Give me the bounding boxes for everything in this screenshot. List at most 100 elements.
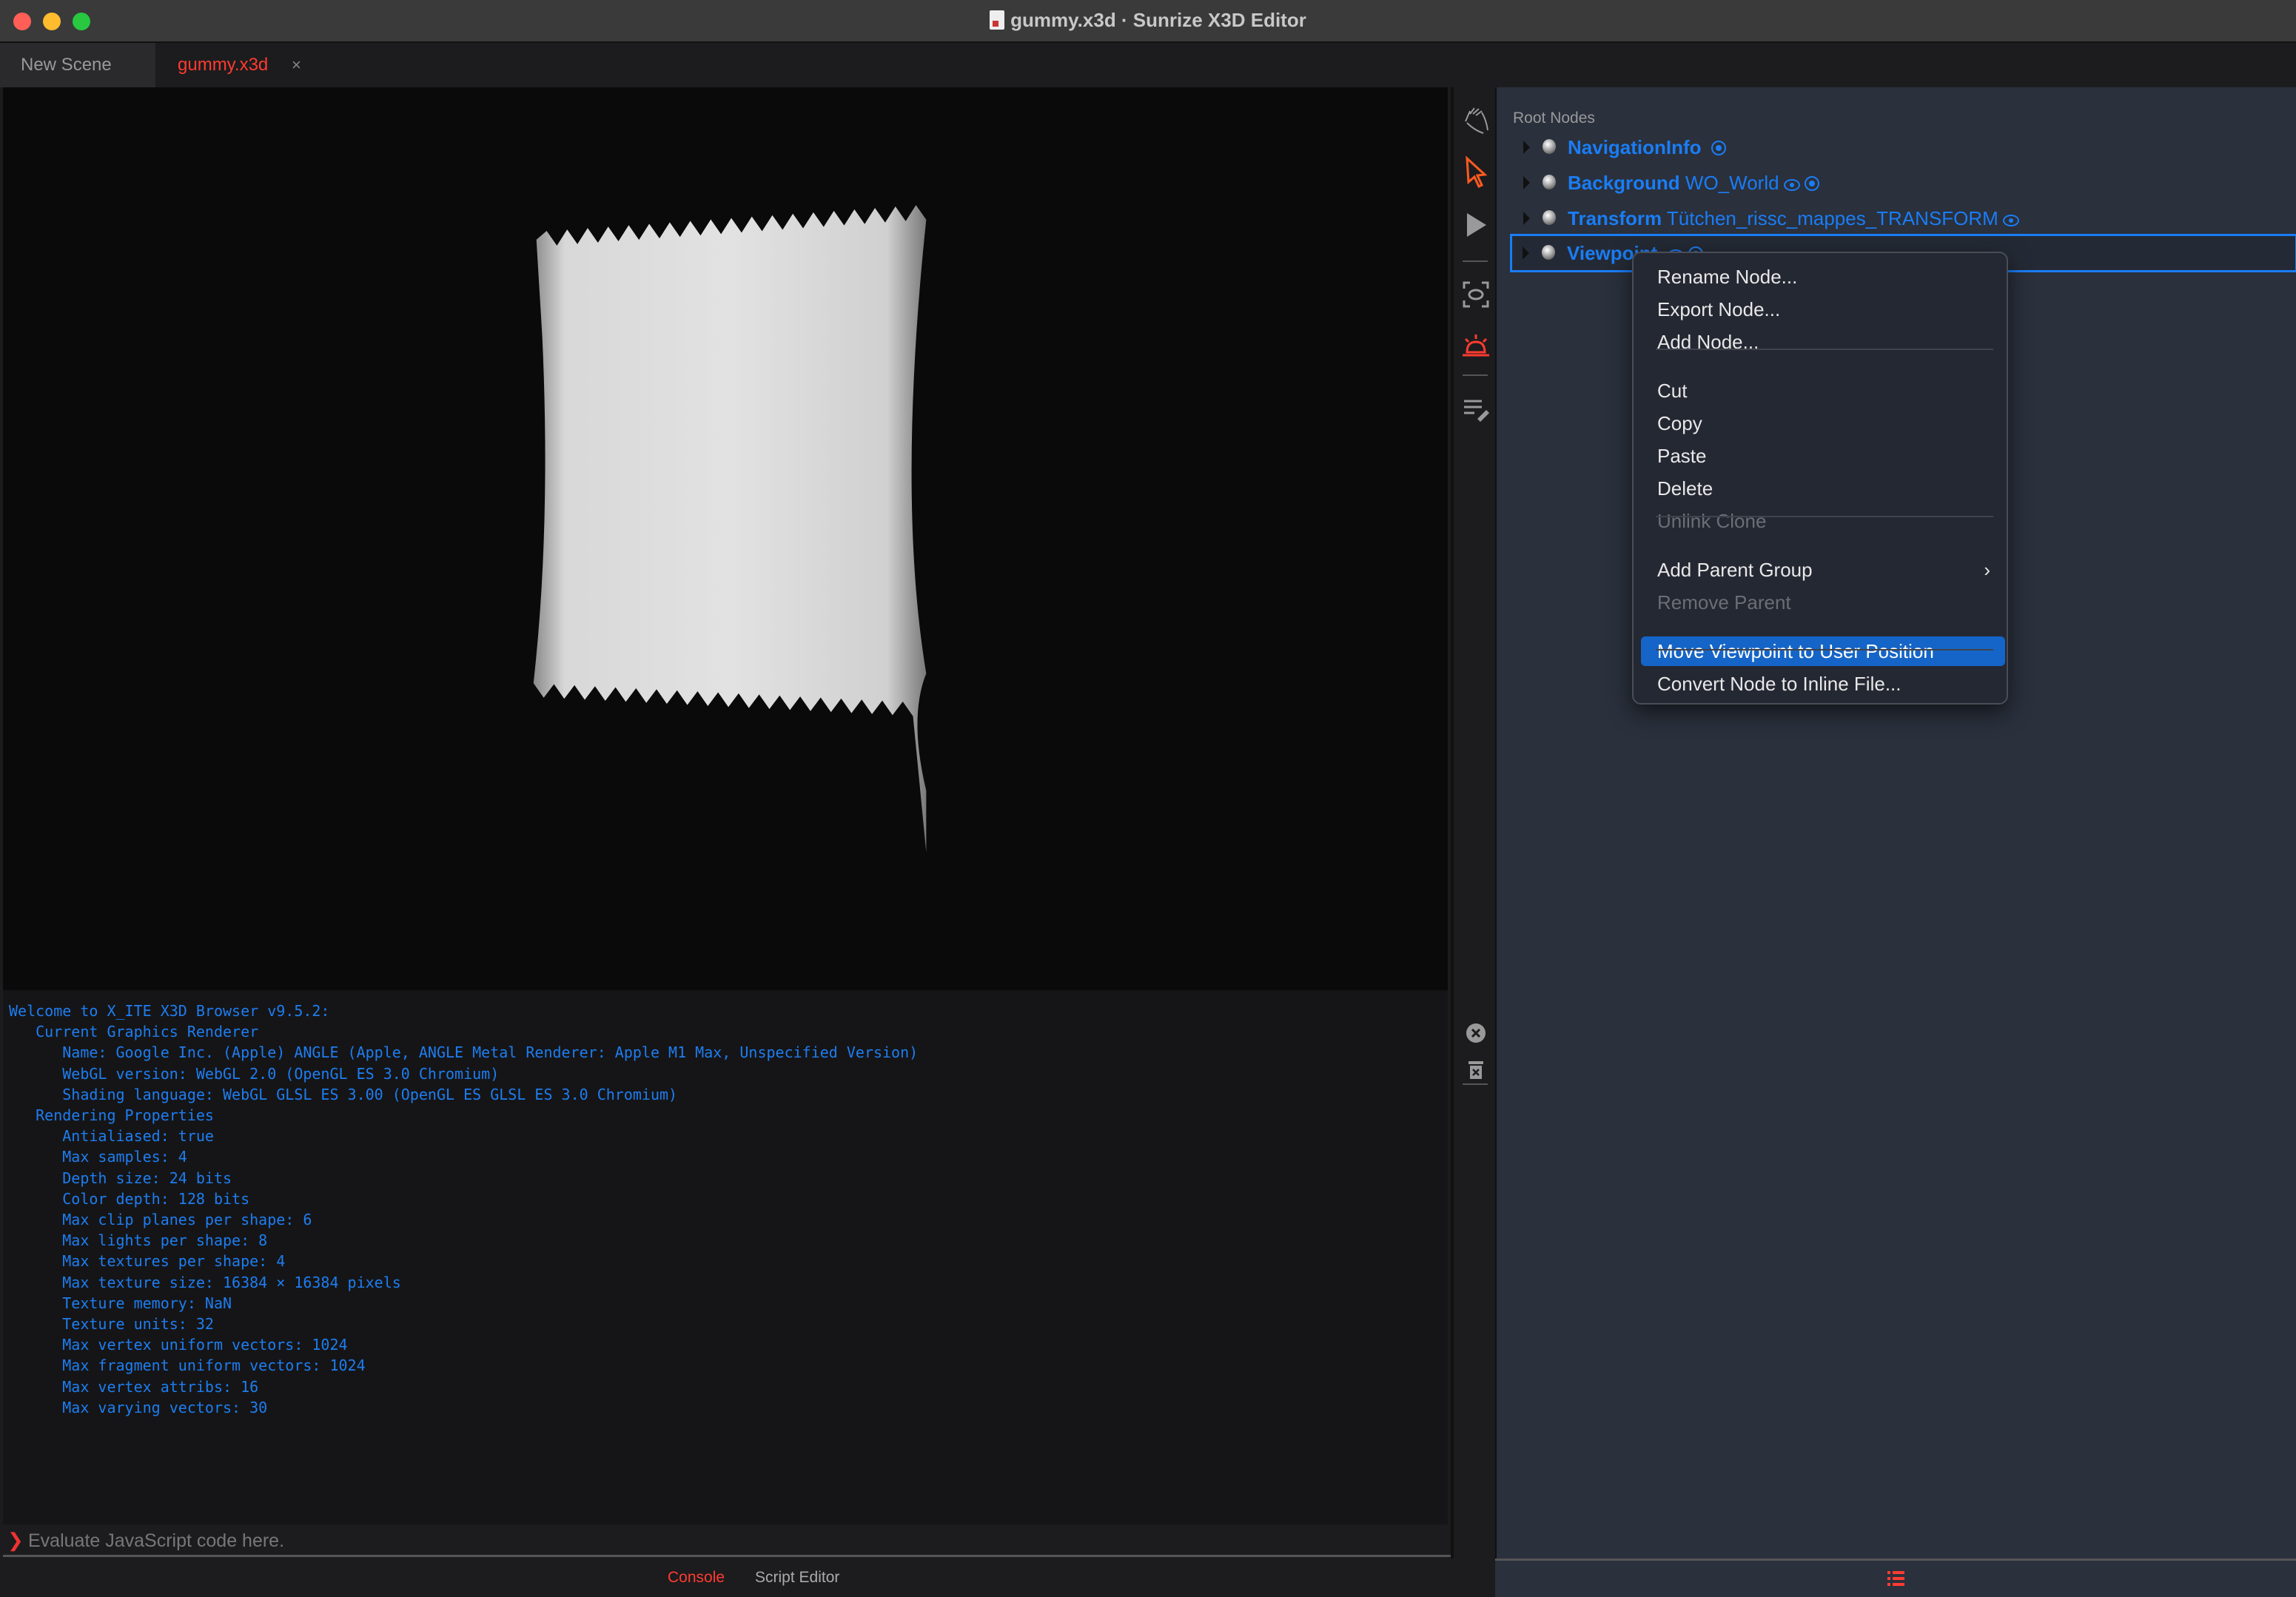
node-type: Transform	[1568, 207, 1662, 229]
menu-item-label: Unlink Clone	[1657, 510, 1767, 532]
menu-item-convert-node-to-inline-file[interactable]: Convert Node to Inline File...	[1641, 669, 2005, 699]
tree-row-transform[interactable]: Transform Tütchen_rissc_mappes_TRANSFORM	[1513, 201, 2296, 237]
menu-item-move-viewpoint-to-user-position[interactable]: Move Viewpoint to User Position	[1641, 636, 2005, 666]
select-arrow-icon[interactable]	[1460, 155, 1492, 188]
expand-triangle-icon[interactable]	[1523, 212, 1530, 225]
menu-item-label: Add Parent Group	[1657, 559, 1813, 581]
console-line: Max lights per shape: 8	[9, 1231, 268, 1250]
vertical-toolbar	[1451, 87, 1495, 1559]
node-sphere-icon	[1542, 245, 1555, 260]
console-line: Depth size: 24 bits	[9, 1169, 232, 1187]
console-line: WebGL version: WebGL 2.0 (OpenGL ES 3.0 …	[9, 1064, 500, 1083]
tab-bar: New Scene gummy.x3d ×	[0, 43, 2296, 87]
root-nodes-label: Root Nodes	[1513, 110, 1595, 127]
console-line: Current Graphics Renderer	[9, 1023, 259, 1041]
console-output: Welcome to X_ITE X3D Browser v9.5.2: Cur…	[3, 990, 1448, 1524]
menu-item-label: Convert Node to Inline File...	[1657, 673, 1901, 695]
console-line: Welcome to X_ITE X3D Browser v9.5.2:	[9, 1002, 330, 1020]
expand-triangle-icon[interactable]	[1523, 176, 1530, 189]
document-icon	[990, 10, 1005, 30]
console-line: Color depth: 128 bits	[9, 1189, 250, 1208]
console-line: Max textures per shape: 4	[9, 1252, 286, 1271]
trash-icon[interactable]	[1460, 1054, 1492, 1086]
menu-separator	[1656, 349, 1993, 350]
console-line: Texture units: 32	[9, 1315, 214, 1334]
menu-item-cut[interactable]: Cut	[1641, 376, 2005, 406]
toolbar-divider	[1463, 260, 1488, 262]
clear-console-icon[interactable]	[1460, 1017, 1492, 1049]
tab-new-scene[interactable]: New Scene	[0, 43, 155, 87]
gummy-bag-render	[533, 205, 927, 853]
node-sphere-icon	[1543, 175, 1556, 189]
input-placeholder: Evaluate JavaScript code here.	[28, 1530, 285, 1551]
console-line: Texture memory: NaN	[9, 1294, 232, 1312]
console-line: Max texture size: 16384 × 16384 pixels	[9, 1273, 401, 1291]
console-line: Max clip planes per shape: 6	[9, 1211, 312, 1229]
prompt-icon: ❯	[7, 1529, 24, 1551]
node-name: WO_World	[1685, 172, 1779, 194]
hand-icon[interactable]	[1460, 104, 1492, 136]
console-line: Name: Google Inc. (Apple) ANGLE (Apple, …	[9, 1043, 919, 1062]
node-sphere-icon	[1543, 210, 1556, 225]
menu-item-label: Rename Node...	[1657, 266, 1798, 288]
console-line: Max samples: 4	[9, 1148, 187, 1166]
chevron-right-icon: ›	[1984, 559, 1990, 581]
console-line: Max vertex attribs: 16	[9, 1377, 259, 1396]
node-name: Tütchen_rissc_mappes_TRANSFORM	[1666, 207, 1998, 229]
js-eval-input[interactable]: ❯ Evaluate JavaScript code here.	[3, 1524, 1495, 1557]
expand-triangle-icon[interactable]	[1523, 141, 1530, 154]
tab-gummy[interactable]: gummy.x3d ×	[157, 43, 314, 87]
menu-item-label: Cut	[1657, 380, 1688, 402]
bottom-tab-bar: Console Script Editor	[0, 1559, 1495, 1597]
menu-item-copy[interactable]: Copy	[1641, 409, 2005, 438]
menu-item-export-node[interactable]: Export Node...	[1641, 295, 2005, 324]
bind-icon[interactable]	[1804, 176, 1819, 191]
console-line: Rendering Properties	[9, 1106, 214, 1125]
tab-console[interactable]: Console	[668, 1569, 725, 1587]
node-sphere-icon	[1543, 139, 1556, 154]
node-type: Background	[1568, 172, 1680, 194]
menu-item-paste[interactable]: Paste	[1641, 441, 2005, 471]
title-bar: gummy.x3d · Sunrize X3D Editor	[0, 0, 2296, 43]
menu-item-unlink-clone: Unlink Clone	[1641, 506, 2005, 536]
menu-item-add-node[interactable]: Add Node...	[1641, 327, 2005, 357]
toolbar-divider	[1463, 1083, 1488, 1085]
menu-item-remove-parent: Remove Parent	[1641, 588, 2005, 617]
outline-list-icon[interactable]	[1886, 1570, 1907, 1587]
tree-row-background[interactable]: Background WO_World	[1513, 166, 2296, 201]
viewpoint-focus-icon[interactable]	[1460, 278, 1492, 311]
menu-item-delete[interactable]: Delete	[1641, 474, 2005, 503]
tab-label: New Scene	[21, 55, 112, 75]
menu-item-add-parent-group[interactable]: Add Parent Group ›	[1641, 555, 2005, 585]
menu-item-label: Export Node...	[1657, 298, 1781, 320]
menu-item-rename-node[interactable]: Rename Node...	[1641, 262, 2005, 292]
tree-row-navigationinfo[interactable]: NavigationInfo	[1513, 130, 2296, 166]
play-icon[interactable]	[1460, 209, 1492, 241]
context-menu: Rename Node... Export Node... Add Node... C…	[1632, 252, 2008, 705]
console-line: Max vertex uniform vectors: 1024	[9, 1336, 348, 1354]
menu-item-label: Paste	[1657, 445, 1707, 467]
node-type: NavigationInfo	[1568, 136, 1702, 158]
visibility-eye-icon[interactable]	[1783, 179, 1800, 191]
menu-item-label: Delete	[1657, 477, 1713, 500]
tab-close-icon[interactable]: ×	[292, 43, 301, 87]
menu-item-label: Remove Parent	[1657, 591, 1791, 613]
alarm-light-icon[interactable]	[1460, 329, 1492, 361]
window-title-text: gummy.x3d · Sunrize X3D Editor	[1010, 9, 1306, 31]
panel-bottom-bar	[1495, 1559, 2296, 1597]
menu-separator	[1656, 649, 1993, 650]
tab-script-editor[interactable]: Script Editor	[755, 1569, 839, 1587]
bind-icon[interactable]	[1711, 141, 1726, 155]
tab-label: gummy.x3d	[178, 55, 269, 75]
toolbar-divider	[1463, 374, 1488, 376]
edit-list-icon[interactable]	[1460, 392, 1492, 425]
expand-triangle-icon[interactable]	[1523, 246, 1529, 260]
3d-viewport[interactable]	[3, 87, 1448, 990]
console-line: Antialiased: true	[9, 1127, 214, 1146]
window-title: gummy.x3d · Sunrize X3D Editor	[0, 9, 2296, 32]
console-line: Shading language: WebGL GLSL ES 3.00 (Op…	[9, 1085, 678, 1103]
menu-item-label: Copy	[1657, 412, 1702, 434]
console-line: Max varying vectors: 30	[9, 1398, 268, 1416]
menu-item-label: Move Viewpoint to User Position	[1657, 640, 1934, 662]
visibility-eye-icon[interactable]	[2002, 215, 2019, 226]
